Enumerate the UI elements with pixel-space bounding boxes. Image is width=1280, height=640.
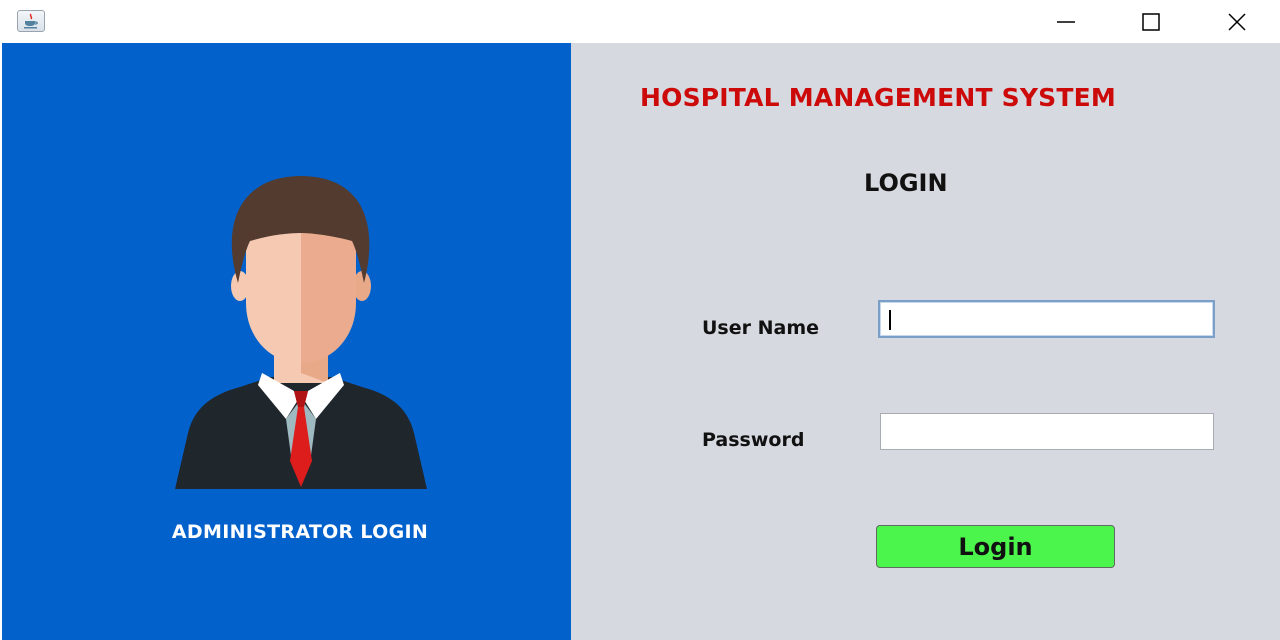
username-label: User Name (702, 317, 820, 339)
login-window: ADMINISTRATOR LOGIN HOSPITAL MANAGEMENT … (0, 0, 1280, 640)
app-title: HOSPITAL MANAGEMENT SYSTEM (640, 83, 1116, 112)
close-button[interactable] (1214, 0, 1260, 43)
login-heading: LOGIN (864, 169, 948, 197)
maximize-icon (1142, 12, 1160, 31)
text-caret (889, 310, 891, 330)
administrator-login-caption: ADMINISTRATOR LOGIN (171, 521, 429, 543)
java-cup-icon[interactable] (17, 10, 45, 32)
username-field[interactable] (878, 300, 1215, 338)
left-panel: ADMINISTRATOR LOGIN (2, 43, 571, 640)
maximize-button[interactable] (1128, 0, 1174, 43)
password-label: Password (702, 429, 805, 451)
password-field[interactable] (880, 413, 1214, 450)
login-form-panel: HOSPITAL MANAGEMENT SYSTEM LOGIN User Na… (571, 43, 1280, 640)
close-icon (1228, 12, 1246, 31)
title-bar (0, 0, 1280, 43)
minimize-button[interactable] (1043, 0, 1089, 43)
login-button[interactable]: Login (876, 525, 1115, 568)
administrator-avatar-icon (175, 176, 427, 489)
minimize-icon (1057, 20, 1075, 23)
